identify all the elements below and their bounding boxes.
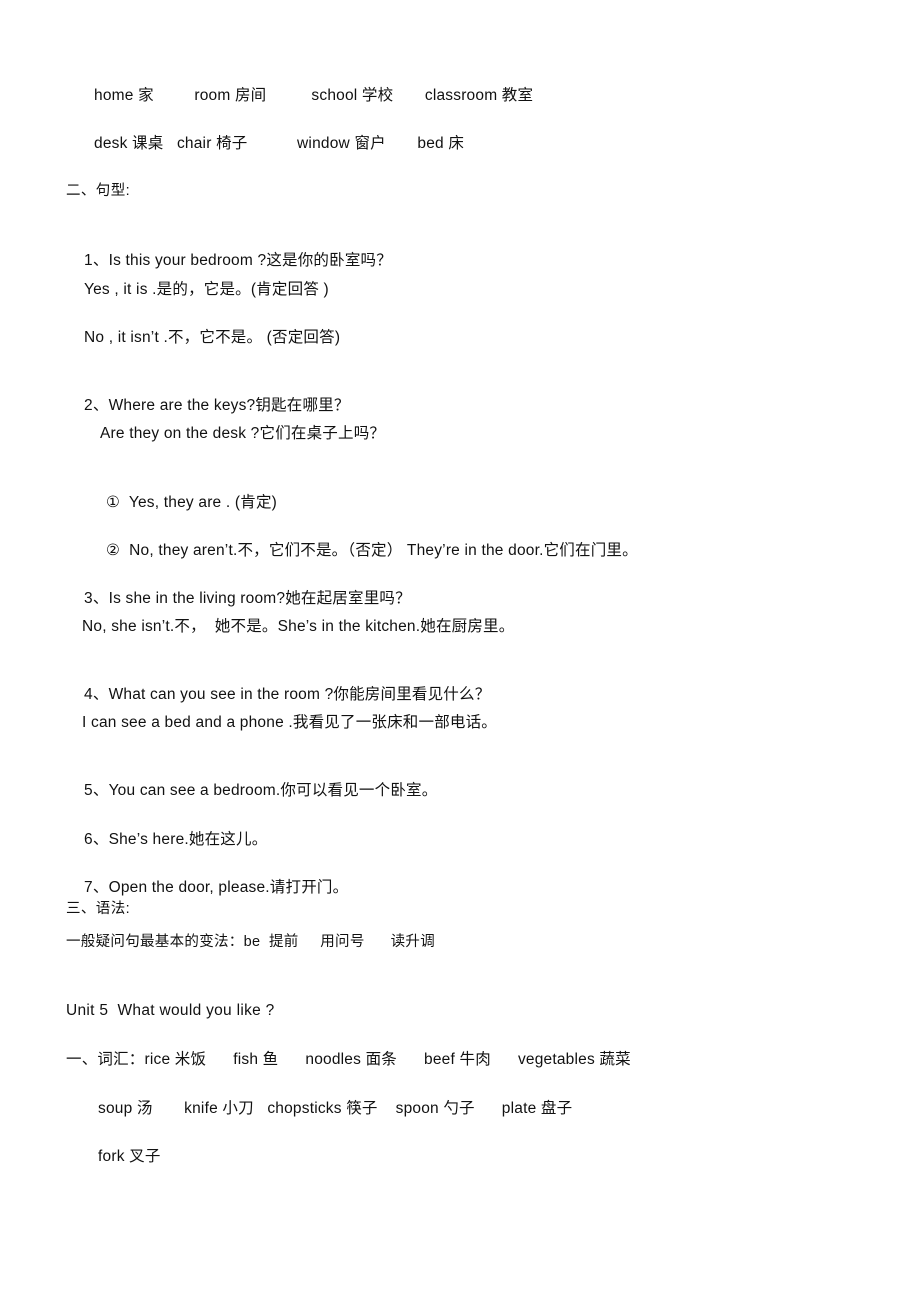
unit5-vocabulary-row-3: fork 叉子	[98, 1148, 161, 1165]
pattern-5-text: You can see a bedroom.你可以看见一个卧室。	[108, 782, 438, 799]
pattern-7-text: Open the door, please.请打开门。	[108, 879, 349, 896]
pattern-1-answer-yes: Yes , it is .是的，它是。(肯定回答 )	[84, 281, 329, 298]
section-heading-sentence-patterns: 二、句型:	[66, 183, 131, 199]
document-page: home 家 room 房间 school 学校 classroom 教室 de…	[0, 0, 920, 1302]
pattern-6-number: 6、	[84, 831, 109, 848]
unit5-vocabulary-row-1: 一、词汇：rice 米饭 fish 鱼 noodles 面条 beef 牛肉 v…	[66, 1051, 631, 1068]
pattern-3-answer: No, she isn’t.不， 她不是。She’s in the kitche…	[82, 618, 515, 635]
pattern-3-text: Is she in the living room?她在起居室里吗？	[108, 590, 411, 607]
circled-number-2-icon: ②	[106, 542, 121, 559]
pattern-5-number: 5、	[84, 782, 109, 799]
grammar-note: 一般疑问句最基本的变法：be 提前 用问号 读升调	[66, 934, 435, 950]
section-heading-grammar: 三、语法:	[66, 901, 131, 917]
pattern-1-text: Is this your bedroom ?这是你的卧室吗？	[108, 252, 392, 269]
vocabulary-row-home: home 家 room 房间 school 学校 classroom 教室	[94, 87, 534, 104]
pattern-4-number: 4、	[84, 686, 109, 703]
pattern-2-text: Where are the keys?钥匙在哪里？	[108, 397, 350, 414]
pattern-2-subquestion: Are they on the desk ?它们在桌子上吗？	[100, 425, 386, 442]
circled-number-1-icon: ①	[106, 494, 121, 511]
pattern-6-text: She’s here.她在这儿。	[108, 831, 268, 848]
pattern-2-number: 2、	[84, 397, 109, 414]
unit5-vocabulary-row-2: soup 汤 knife 小刀 chopsticks 筷子 spoon 勺子 p…	[98, 1100, 573, 1117]
pattern-1-answer-no: No , it isn’t .不，它不是。 (否定回答)	[84, 329, 341, 346]
pattern-4-text: What can you see in the room ?你能房间里看见什么？	[108, 686, 491, 703]
pattern-1-number: 1、	[84, 252, 109, 269]
pattern-7-number: 7、	[84, 879, 109, 896]
pattern-2-choice-1-text: Yes, they are . (肯定)	[128, 494, 278, 511]
pattern-3-number: 3、	[84, 590, 109, 607]
pattern-4-answer: I can see a bed and a phone .我看见了一张床和一部电…	[82, 714, 498, 731]
vocabulary-row-desk: desk 课桌 chair 椅子 window 窗户 bed 床	[94, 135, 465, 152]
pattern-2-choice-2-text: No, they aren’t.不，它们不是。（否定） They’re in t…	[129, 542, 638, 559]
unit5-heading: Unit 5 What would you like ?	[66, 1002, 275, 1019]
